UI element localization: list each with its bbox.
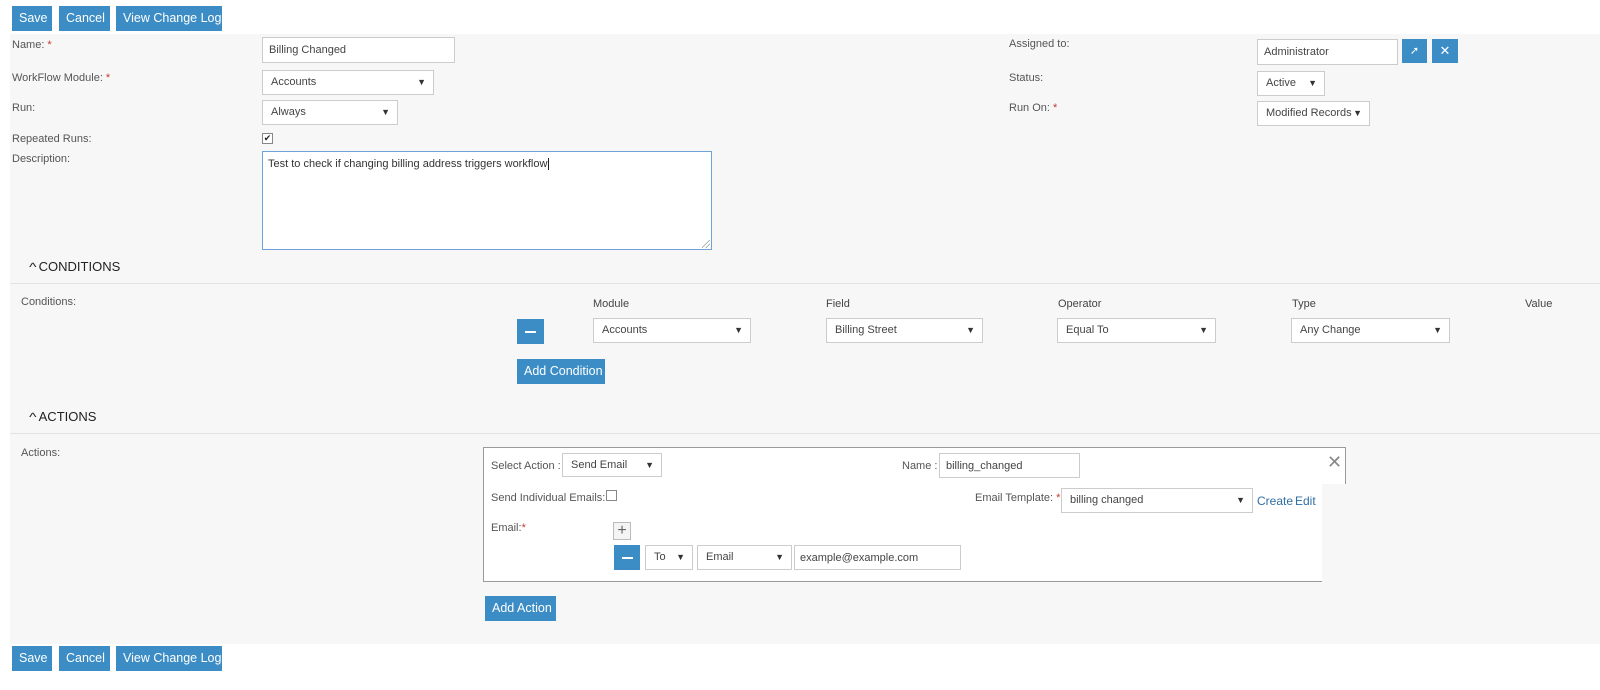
dropdown-arrow-icon: ▼ (1308, 78, 1317, 88)
recipient-type-select[interactable]: To ▼ (645, 545, 693, 570)
minus-icon (621, 557, 633, 559)
column-header-field: Field (826, 298, 850, 310)
view-change-log-button-bottom[interactable]: View Change Log (116, 646, 222, 671)
dropdown-arrow-icon: ▼ (645, 460, 654, 470)
save-button-top[interactable]: Save (12, 6, 52, 31)
actions-section-toggle[interactable]: ^ ACTIONS (29, 409, 96, 424)
dropdown-arrow-icon: ▼ (1236, 495, 1245, 505)
edit-template-link[interactable]: Edit (1295, 494, 1316, 508)
remove-condition-button[interactable] (517, 319, 544, 344)
minus-icon (525, 331, 536, 333)
email-template-label: Email Template: * (975, 492, 1061, 504)
chevron-up-icon: ^ (29, 260, 37, 274)
name-label: Name: * (12, 39, 52, 51)
recipient-field-select[interactable]: Email ▼ (697, 545, 792, 570)
create-template-link[interactable]: Create (1257, 494, 1293, 508)
description-textarea[interactable]: Test to check if changing billing addres… (262, 151, 712, 250)
chevron-up-icon: ^ (29, 410, 37, 424)
view-change-log-button-top[interactable]: View Change Log (116, 6, 222, 31)
email-template-select[interactable]: billing changed ▼ (1061, 488, 1253, 513)
run-on-label: Run On: * (1009, 102, 1058, 114)
column-header-operator: Operator (1058, 298, 1102, 310)
column-header-value: Value (1525, 298, 1553, 310)
dropdown-arrow-icon: ▼ (1433, 325, 1442, 335)
conditions-divider (10, 283, 1600, 284)
condition-type-select[interactable]: Any Change ▼ (1291, 318, 1450, 343)
plus-icon: + (617, 522, 627, 539)
condition-module-select[interactable]: Accounts ▼ (593, 318, 751, 343)
dropdown-arrow-icon: ▼ (734, 325, 743, 335)
repeated-runs-checkbox[interactable]: ✔ (262, 133, 273, 144)
status-label: Status: (1009, 72, 1044, 84)
conditions-section-toggle[interactable]: ^ CONDITIONS (29, 259, 120, 274)
workflow-module-label: WorkFlow Module: * (12, 72, 111, 84)
add-email-recipient-button[interactable]: + (613, 522, 631, 540)
send-individual-emails-label: Send Individual Emails: (491, 492, 606, 504)
action-box-cutout (1322, 484, 1352, 584)
checkmark-icon: ✔ (263, 133, 272, 143)
cancel-button-top[interactable]: Cancel (59, 6, 110, 31)
send-individual-emails-checkbox[interactable] (606, 490, 617, 501)
dropdown-arrow-icon: ▼ (381, 107, 390, 117)
run-select[interactable]: Always ▼ (262, 100, 398, 125)
action-name-label: Name : (902, 460, 938, 472)
clear-user-button[interactable]: ✕ (1432, 39, 1458, 63)
status-select[interactable]: Active ▼ (1257, 71, 1325, 96)
dropdown-arrow-icon: ▼ (1199, 325, 1208, 335)
description-label: Description: (12, 153, 71, 165)
recipient-email-input[interactable]: example@example.com (794, 545, 961, 570)
cancel-button-bottom[interactable]: Cancel (59, 646, 110, 671)
select-action-label: Select Action : (491, 460, 561, 472)
run-on-select[interactable]: Modified Records ▼ (1257, 101, 1370, 126)
action-name-input[interactable]: billing_changed (939, 453, 1080, 478)
select-user-button[interactable]: ➚ (1402, 39, 1427, 63)
column-header-type: Type (1292, 298, 1316, 310)
run-label: Run: (12, 102, 36, 114)
actions-label: Actions: (21, 447, 61, 459)
repeated-runs-label: Repeated Runs: (12, 133, 92, 145)
column-header-module: Module (593, 298, 630, 310)
dropdown-arrow-icon: ▼ (966, 325, 975, 335)
conditions-label: Conditions: (21, 296, 77, 308)
dropdown-arrow-icon: ▼ (1353, 108, 1362, 118)
condition-field-select[interactable]: Billing Street ▼ (826, 318, 983, 343)
email-label: Email:* (491, 522, 526, 534)
dropdown-arrow-icon: ▼ (775, 552, 784, 562)
actions-divider (10, 433, 1600, 434)
select-action-select[interactable]: Send Email ▼ (562, 453, 662, 477)
name-input[interactable]: Billing Changed (262, 37, 455, 63)
dropdown-arrow-icon: ▼ (417, 77, 426, 87)
add-action-button[interactable]: Add Action (485, 596, 556, 621)
assigned-to-label: Assigned to: (1009, 38, 1070, 50)
close-action-icon[interactable]: ✕ (1327, 452, 1342, 473)
workflow-module-select[interactable]: Accounts ▼ (262, 70, 434, 95)
resize-grip-icon[interactable] (702, 240, 710, 248)
cursor-arrow-icon: ➚ (1409, 45, 1420, 57)
dropdown-arrow-icon: ▼ (676, 552, 685, 562)
clear-cross-icon: ✕ (1439, 43, 1451, 58)
remove-recipient-button[interactable] (614, 545, 640, 570)
add-condition-button[interactable]: Add Condition (517, 359, 605, 384)
condition-operator-select[interactable]: Equal To ▼ (1057, 318, 1216, 343)
save-button-bottom[interactable]: Save (12, 646, 52, 671)
assigned-to-input[interactable]: Administrator (1257, 39, 1398, 65)
